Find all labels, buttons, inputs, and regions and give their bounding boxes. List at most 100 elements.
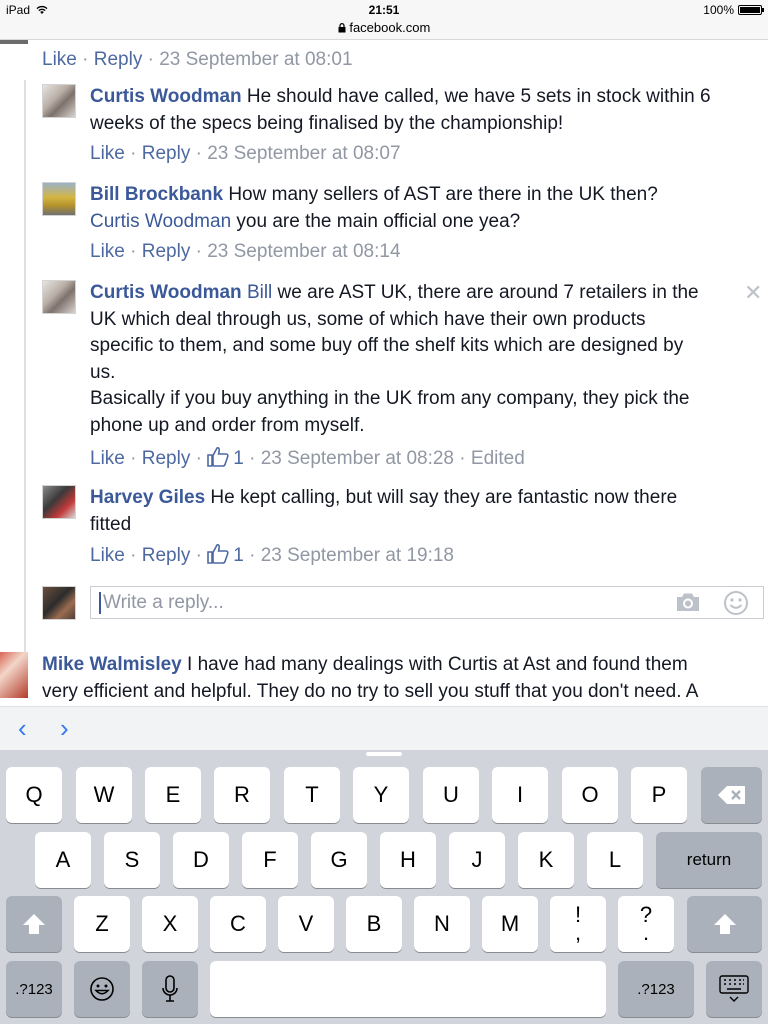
key-f[interactable]: F bbox=[242, 832, 298, 888]
comment-actions: Like · Reply · 1 · 23 September at 08:28… bbox=[90, 446, 525, 469]
key-g[interactable]: G bbox=[311, 832, 367, 888]
camera-icon[interactable] bbox=[675, 591, 701, 613]
comment-text: we are AST UK, there are around 7 retail… bbox=[272, 282, 699, 303]
mention-link[interactable]: Curtis Woodman bbox=[90, 211, 231, 232]
timestamp[interactable]: 23 September at 08:14 bbox=[207, 241, 400, 262]
key-x[interactable]: X bbox=[142, 896, 198, 952]
address-bar[interactable]: facebook.com bbox=[0, 20, 768, 35]
shift-key-left[interactable] bbox=[6, 896, 62, 952]
key-r[interactable]: R bbox=[214, 767, 270, 823]
emoji-key[interactable] bbox=[74, 961, 130, 1017]
battery-icon bbox=[738, 5, 764, 15]
backspace-key[interactable] bbox=[701, 767, 762, 823]
like-link[interactable]: Like bbox=[90, 448, 125, 469]
like-link[interactable]: Like bbox=[90, 143, 125, 164]
shift-icon bbox=[23, 914, 45, 934]
comment-actions: Like · Reply · 23 September at 08:01 bbox=[42, 49, 353, 70]
key-i[interactable]: I bbox=[492, 767, 548, 823]
key-w[interactable]: W bbox=[76, 767, 132, 823]
key-b[interactable]: B bbox=[346, 896, 402, 952]
shift-icon bbox=[713, 914, 736, 934]
avatar[interactable] bbox=[42, 182, 76, 216]
microphone-icon bbox=[162, 975, 178, 1002]
edited-label[interactable]: Edited bbox=[471, 448, 525, 469]
key-j[interactable]: J bbox=[449, 832, 505, 888]
timestamp[interactable]: 23 September at 08:01 bbox=[159, 49, 352, 70]
author-name[interactable]: Curtis Woodman bbox=[90, 282, 242, 303]
reply-comment: Harvey Giles He kept calling, but will s… bbox=[90, 485, 677, 538]
avatar[interactable] bbox=[42, 280, 76, 314]
timestamp[interactable]: 23 September at 08:07 bbox=[207, 143, 400, 164]
like-thumb-icon[interactable] bbox=[207, 446, 229, 467]
dictation-key[interactable] bbox=[142, 961, 198, 1017]
mention-link[interactable]: Bill bbox=[247, 282, 272, 303]
comment-text: you are the main official one yea? bbox=[231, 210, 521, 232]
keyboard-toolbar: ‹ › bbox=[0, 706, 768, 750]
like-link[interactable]: Like bbox=[90, 545, 125, 566]
key-u[interactable]: U bbox=[423, 767, 479, 823]
key-s[interactable]: S bbox=[104, 832, 160, 888]
reply-thread-line bbox=[24, 80, 26, 660]
shift-key-right[interactable] bbox=[687, 896, 762, 952]
key-t[interactable]: T bbox=[284, 767, 340, 823]
reply-link[interactable]: Reply bbox=[142, 545, 191, 566]
next-field-button[interactable]: › bbox=[60, 713, 69, 744]
comment-actions: Like · Reply · 23 September at 08:07 bbox=[90, 143, 401, 164]
emoji-icon bbox=[90, 977, 114, 1001]
return-key[interactable]: return bbox=[656, 832, 762, 888]
comment-text: How many sellers of AST are there in the… bbox=[223, 184, 658, 205]
hide-keyboard-key[interactable] bbox=[706, 961, 762, 1017]
avatar[interactable] bbox=[42, 485, 76, 519]
like-thumb-icon[interactable] bbox=[207, 543, 229, 564]
key-k[interactable]: K bbox=[518, 832, 574, 888]
numbers-key-right[interactable]: .?123 bbox=[618, 961, 694, 1017]
like-count[interactable]: 1 bbox=[233, 448, 244, 469]
key-n[interactable]: N bbox=[414, 896, 470, 952]
reply-input[interactable]: Write a reply... bbox=[90, 586, 764, 619]
author-name[interactable]: Curtis Woodman bbox=[90, 86, 242, 107]
reply-link[interactable]: Reply bbox=[142, 143, 191, 164]
comment-text: Basically if you buy anything in the UK … bbox=[90, 388, 690, 409]
emoji-icon[interactable] bbox=[723, 590, 749, 616]
keyboard-handle[interactable] bbox=[366, 752, 402, 756]
key-q[interactable]: Q bbox=[6, 767, 62, 823]
text-cursor bbox=[99, 592, 101, 614]
key-d[interactable]: D bbox=[173, 832, 229, 888]
avatar[interactable] bbox=[0, 652, 28, 698]
key-exclamation-comma[interactable]: !, bbox=[550, 896, 606, 952]
avatar[interactable] bbox=[42, 84, 76, 118]
key-a[interactable]: A bbox=[35, 832, 91, 888]
previous-field-button[interactable]: ‹ bbox=[18, 713, 27, 744]
author-name[interactable]: Harvey Giles bbox=[90, 487, 205, 508]
like-link[interactable]: Like bbox=[90, 241, 125, 262]
space-key[interactable] bbox=[210, 961, 606, 1017]
key-h[interactable]: H bbox=[380, 832, 436, 888]
key-e[interactable]: E bbox=[145, 767, 201, 823]
key-l[interactable]: L bbox=[587, 832, 643, 888]
key-z[interactable]: Z bbox=[74, 896, 130, 952]
comment-text: UK which deal through us, some of which … bbox=[90, 308, 646, 330]
key-m[interactable]: M bbox=[482, 896, 538, 952]
reply-link[interactable]: Reply bbox=[94, 49, 143, 70]
key-v[interactable]: V bbox=[278, 896, 334, 952]
like-count[interactable]: 1 bbox=[233, 545, 244, 566]
author-name[interactable]: Mike Walmisley bbox=[42, 654, 182, 675]
key-c[interactable]: C bbox=[210, 896, 266, 952]
reply-link[interactable]: Reply bbox=[142, 241, 191, 262]
numbers-key-left[interactable]: .?123 bbox=[6, 961, 62, 1017]
page: { "status_bar": {"device": "iPad", "time… bbox=[0, 0, 768, 1024]
avatar-cropped bbox=[0, 40, 28, 44]
key-o[interactable]: O bbox=[562, 767, 618, 823]
key-p[interactable]: P bbox=[631, 767, 687, 823]
key-bottom-char: , bbox=[574, 920, 582, 945]
comments-area: Like · Reply · 23 September at 08:01 Cur… bbox=[0, 40, 768, 706]
key-question-period[interactable]: ?. bbox=[618, 896, 674, 952]
timestamp[interactable]: 23 September at 08:28 bbox=[261, 448, 454, 469]
key-y[interactable]: Y bbox=[353, 767, 409, 823]
close-icon[interactable]: ✕ bbox=[744, 280, 762, 306]
timestamp[interactable]: 23 September at 19:18 bbox=[261, 545, 454, 566]
author-name[interactable]: Bill Brockbank bbox=[90, 184, 223, 205]
like-link[interactable]: Like bbox=[42, 49, 77, 70]
comment-text: specific to them, and some buy off the s… bbox=[90, 335, 684, 356]
reply-link[interactable]: Reply bbox=[142, 448, 191, 469]
